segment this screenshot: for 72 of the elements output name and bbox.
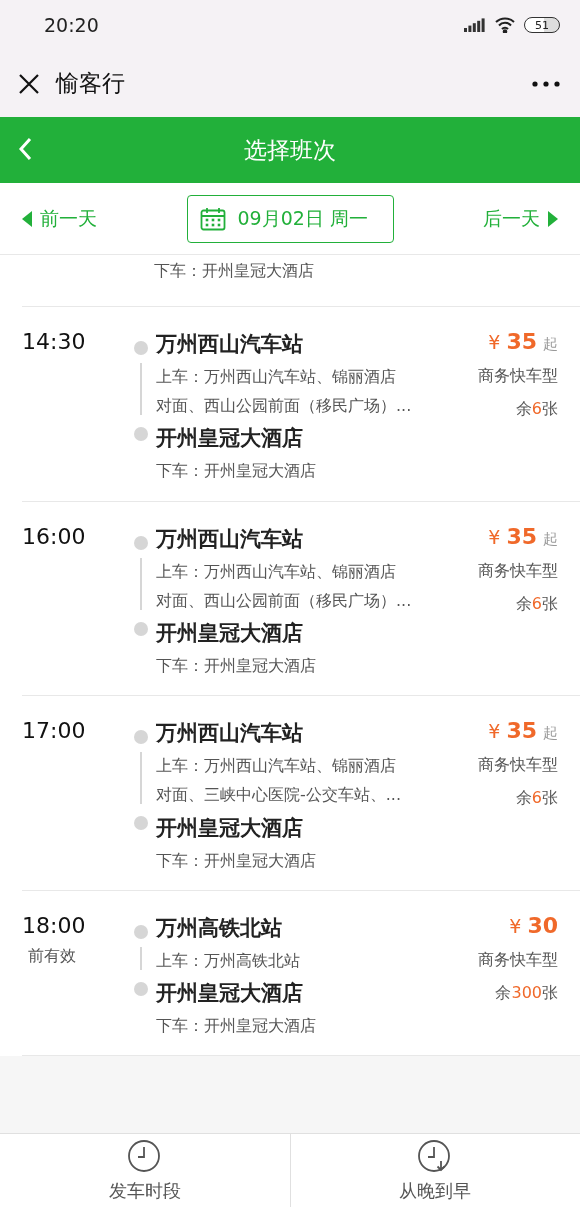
origin-station: 万州高铁北站	[156, 914, 283, 942]
currency-symbol: ¥	[488, 331, 501, 353]
vehicle-type: 商务快车型	[478, 560, 558, 582]
right-triangle-icon	[548, 210, 558, 227]
dropoff-text: 下车：开州皇冠大酒店	[156, 655, 317, 676]
departure-time: 18:00	[22, 912, 86, 938]
currency-symbol: ¥	[488, 720, 501, 743]
pickup-text: 对面、三峡中心医院-公交车站、...	[156, 785, 403, 805]
price: 35	[506, 329, 537, 354]
time-note: 前有效	[28, 945, 76, 967]
destination-station: 开州皇冠大酒店	[156, 814, 304, 842]
destination-dot	[134, 621, 148, 636]
origin-station: 万州西山汽车站	[156, 525, 304, 553]
seats-left: 余300张	[495, 982, 558, 1004]
destination-station: 开州皇冠大酒店	[156, 425, 304, 453]
page-title: 选择班次	[244, 135, 336, 165]
dropoff-text: 下车：开州皇冠大酒店	[154, 261, 315, 281]
origin-station: 万州西山汽车站	[156, 331, 304, 358]
pickup-text: 上车：万州高铁北站	[156, 950, 301, 970]
departure-time: 16:00	[22, 523, 86, 549]
pickup-text: 对面、西山公园前面（移民广场）...	[156, 396, 413, 416]
vehicle-type: 商务快车型	[478, 755, 558, 777]
dropoff-text: 下车：开州皇冠大酒店	[156, 461, 317, 481]
departure-time: 14:30	[22, 329, 86, 354]
trip-row[interactable]: 17:00 万州西山汽车站 上车：万州西山汽车站、锦丽酒店 对面、三峡中心医院-公交车站、... 开州皇冠大酒店 下车：开州皇冠大酒店 ¥ 35 起 商务快车型 余6张	[22, 696, 580, 891]
price: 35	[506, 523, 537, 549]
seats-left: 余6张	[515, 788, 558, 810]
route-line	[140, 557, 142, 610]
destination-dot	[134, 981, 148, 996]
app-title: 愉客行	[56, 69, 126, 98]
price-suffix: 起	[543, 529, 558, 549]
pickup-text: 上车：万州西山汽车站、锦丽酒店	[156, 756, 397, 776]
origin-dot	[134, 924, 148, 939]
destination-dot	[134, 427, 148, 441]
pickup-text: 上车：万州西山汽车站、锦丽酒店	[156, 561, 397, 581]
trip-row[interactable]: 16:00 万州西山汽车站 上车：万州西山汽车站、锦丽酒店 对面、西山公园前面（移民广场）... 开州皇冠大酒店 下车：开州皇冠大酒店 ¥ 35 起 商务快车型 余6张	[22, 501, 580, 697]
more-icon[interactable]	[532, 80, 560, 87]
price-suffix: 起	[543, 724, 558, 744]
destination-station: 开州皇冠大酒店	[156, 619, 304, 647]
seats-left: 余6张	[515, 399, 558, 420]
route-line	[140, 946, 142, 970]
destination-station: 开州皇冠大酒店	[156, 979, 304, 1007]
price: 35	[506, 718, 537, 744]
currency-symbol: ¥	[509, 914, 522, 937]
seats-left: 余6张	[515, 593, 558, 615]
close-icon[interactable]	[18, 72, 40, 95]
currency-symbol: ¥	[488, 525, 501, 548]
dropoff-text: 下车：开州皇冠大酒店	[156, 850, 317, 870]
back-button[interactable]	[18, 137, 32, 161]
pickup-text: 对面、西山公园前面（移民广场）...	[156, 590, 413, 610]
departure-time: 17:00	[22, 718, 86, 744]
pickup-text: 上车：万州西山汽车站、锦丽酒店	[156, 367, 397, 387]
origin-dot	[134, 730, 148, 745]
signal-icon	[464, 18, 486, 32]
battery-icon: 51	[524, 17, 560, 33]
price-suffix: 起	[543, 335, 558, 354]
calendar-icon	[199, 206, 226, 231]
price: 30	[527, 912, 558, 938]
route-line	[140, 363, 142, 415]
origin-dot	[134, 341, 148, 355]
origin-station: 万州西山汽车站	[156, 720, 304, 748]
origin-dot	[134, 535, 148, 550]
destination-dot	[134, 816, 148, 831]
status-time: 20:20	[44, 14, 99, 36]
vehicle-type: 商务快车型	[478, 949, 558, 971]
trip-row[interactable]: 14:30 万州西山汽车站 上车：万州西山汽车站、锦丽酒店 对面、西山公园前面（移民广场）... 开州皇冠大酒店 下车：开州皇冠大酒店 ¥ 35 起 商务快车型 余6张	[22, 307, 580, 502]
clock-icon	[126, 1138, 163, 1175]
vehicle-type: 商务快车型	[478, 366, 558, 387]
wifi-icon	[494, 17, 516, 33]
dropoff-text: 下车：开州皇冠大酒店	[156, 1015, 317, 1036]
route-line	[140, 752, 142, 805]
left-triangle-icon	[22, 210, 32, 227]
